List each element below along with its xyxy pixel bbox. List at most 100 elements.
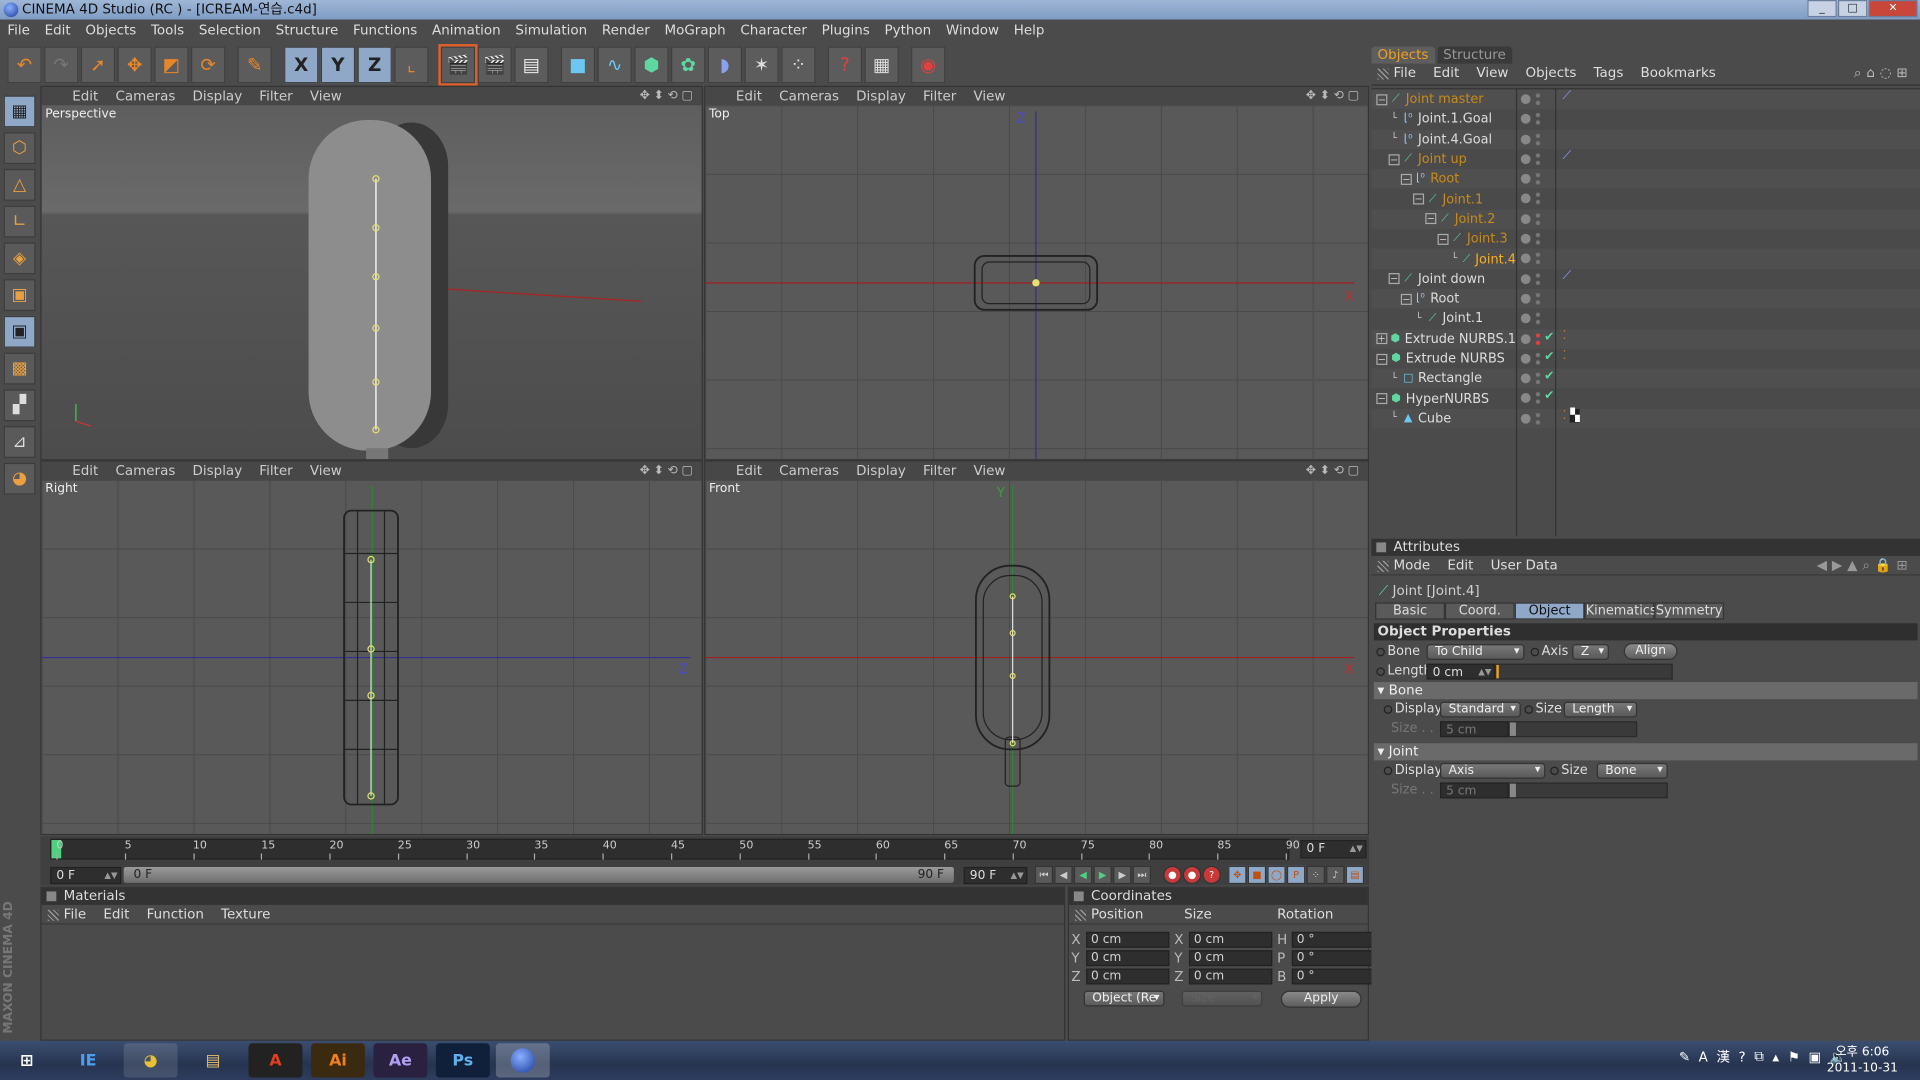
viewport-nav-icons[interactable]: ✥⬍⟲▢ [640,462,697,480]
object-row[interactable]: − ⬢ Extrude NURBS ✔ ⁚ [1371,348,1920,369]
size-mode-dropdown[interactable]: Size [1181,990,1263,1007]
expand-toggle-icon[interactable]: + [1376,333,1387,345]
coordinate-system-icon[interactable]: ⌞ [394,46,429,84]
om-menu-objects[interactable]: Objects [1526,64,1594,85]
viewport-canvas[interactable]: Perspective [41,105,702,460]
end-frame-field[interactable]: 90 F ▲▼ [963,866,1028,885]
object-row[interactable]: − ⟋ Joint master ⟋ [1371,89,1920,110]
polygons-mode-icon[interactable]: ◈ [3,242,36,275]
menu-python[interactable]: Python [877,20,938,42]
tab-symmetry[interactable]: Symmetry [1654,602,1725,620]
play-icon[interactable]: ▶ [1093,865,1112,885]
visibility-dots-icon[interactable] [1535,311,1541,327]
phong-tag-icon[interactable]: ⁚ [1562,349,1566,362]
rotation-h-field[interactable]: 0 ° [1291,931,1376,948]
vp-menu-view[interactable]: View [965,87,1014,105]
attr-menu-edit[interactable]: Edit [1447,556,1490,574]
menu-plugins[interactable]: Plugins [814,20,877,42]
key-motion-icon[interactable]: ♪ [1326,865,1345,885]
redo-icon[interactable]: ↷ [44,46,79,84]
object-row[interactable]: └ ⟋ Joint.1 [1371,308,1920,329]
maximize-button[interactable]: □ [1837,0,1868,18]
viewport-top[interactable]: Edit Cameras Display Filter View ✥⬍⟲▢ Top Z X [704,85,1369,461]
enabled-check-icon[interactable]: ✔ [1544,390,1554,403]
start-frame-field[interactable]: 0 F ▲▼ [50,866,122,885]
visibility-dots-icon[interactable] [1535,251,1541,267]
expand-toggle-icon[interactable]: − [1376,393,1388,405]
bone-dropdown[interactable]: To Child [1426,644,1525,661]
cube-primitive-icon[interactable]: ■ [560,46,596,84]
particle-icon[interactable]: ⁘ [781,46,816,84]
position-z-field[interactable]: 0 cm [1086,968,1170,985]
action-center-flag-icon[interactable]: ⚑ [1788,1049,1800,1065]
viewport-nav-icons[interactable]: ✥⬍⟲▢ [1306,87,1363,105]
expand-toggle-icon[interactable]: − [1388,273,1400,285]
length-field[interactable]: 0 cm ▲▼ [1426,663,1496,680]
vp-menu-edit[interactable]: Edit [64,87,107,105]
length-slider[interactable] [1495,663,1673,680]
vp-menu-display[interactable]: Display [184,462,251,480]
menu-objects[interactable]: Objects [78,20,144,42]
layer-dot-icon[interactable] [1520,233,1531,244]
vp-menu-display[interactable]: Display [848,87,915,105]
menu-animation[interactable]: Animation [425,20,508,42]
visibility-dots-icon[interactable] [1535,171,1541,187]
model-tool-icon[interactable]: ⬡ [3,132,36,165]
rotation-p-field[interactable]: 0 ° [1291,950,1376,967]
clock[interactable]: 오후 6:06 2011-10-31 [1827,1044,1898,1076]
taskbar-illustrator[interactable]: Ai [311,1043,365,1078]
ik-tag-icon[interactable]: ⟋ [1562,149,1571,162]
layer-dot-icon[interactable] [1520,194,1531,204]
rotate-icon[interactable]: ⟳ [191,46,226,84]
layer-dot-icon[interactable] [1520,273,1531,284]
expand-toggle-icon[interactable]: − [1413,193,1425,205]
key-points-icon[interactable]: ⁘ [1306,865,1325,885]
layer-dot-icon[interactable] [1520,214,1531,224]
timeline-window-icon[interactable]: ▤ [1345,865,1365,885]
render-settings-icon[interactable]: ▤ [514,46,549,84]
enabled-check-icon[interactable]: ✔ [1544,370,1554,383]
vp-menu-cameras[interactable]: Cameras [771,462,848,480]
menu-help[interactable]: Help [1006,20,1051,42]
size-z-field[interactable]: 0 cm [1188,968,1273,985]
bone-group-heading[interactable]: ▾ Bone [1373,682,1918,700]
expand-toggle-icon[interactable]: − [1437,233,1449,245]
deformer-icon[interactable]: ◗ [707,46,743,84]
timeline-ruler[interactable]: 0 5 10 15 20 25 30 35 40 45 50 55 60 65 70 75 80 85 90 [50,838,1300,860]
ime-help-icon[interactable]: ? [1739,1049,1746,1065]
undo-icon[interactable]: ↶ [7,46,42,84]
object-row[interactable]: − ⟋ Joint.1 [1371,189,1920,210]
taskbar-ie[interactable]: IE [61,1043,115,1077]
visibility-dots-icon[interactable] [1535,91,1541,107]
render-picture-viewer-icon[interactable]: 🎬 [477,46,512,84]
layer-dot-icon[interactable] [1520,373,1531,384]
mat-menu-file[interactable]: File [64,905,104,923]
enabled-check-icon[interactable]: ✔ [1544,350,1554,363]
ime-a-icon[interactable]: A [1699,1049,1708,1065]
layer-dot-icon[interactable] [1520,253,1531,264]
tab-coord[interactable]: Coord. [1444,602,1515,620]
layer-dot-icon[interactable] [1520,313,1531,324]
key-param-icon[interactable]: P [1286,865,1306,885]
tab-kinematics[interactable]: Kinematics [1584,602,1657,620]
taskbar-cinema4d[interactable] [495,1043,550,1078]
rotation-b-field[interactable]: 0 ° [1291,968,1376,985]
current-frame-field[interactable]: 0 F ▲▼ [1300,840,1367,859]
keyframe-selection-icon[interactable]: ? [1202,865,1221,885]
attr-nav-icons[interactable]: ◀▶▲⌕🔒⊞ [1817,556,1913,576]
live-selection-icon[interactable]: ✎ [237,46,272,84]
expand-toggle-icon[interactable]: − [1376,353,1388,365]
om-menu-view[interactable]: View [1476,64,1525,85]
object-mode-icon[interactable]: ▣ [3,279,36,312]
om-menu-file[interactable]: File [1393,64,1433,85]
texture-mode-icon[interactable]: ▩ [3,352,36,385]
menu-functions[interactable]: Functions [346,20,425,42]
viewport-canvas[interactable]: Right Z [41,480,702,834]
tab-structure[interactable]: Structure [1437,46,1512,64]
object-row[interactable]: − ⌊⁰ Root [1371,169,1920,190]
viewport-nav-icons[interactable]: ✥⬍⟲▢ [640,87,697,105]
close-button[interactable]: ✕ [1868,0,1918,18]
position-x-field[interactable]: 0 cm [1086,931,1170,948]
joint-group-heading[interactable]: ▾ Joint [1373,743,1918,761]
taskbar-explorer[interactable]: ▤ [186,1043,240,1077]
